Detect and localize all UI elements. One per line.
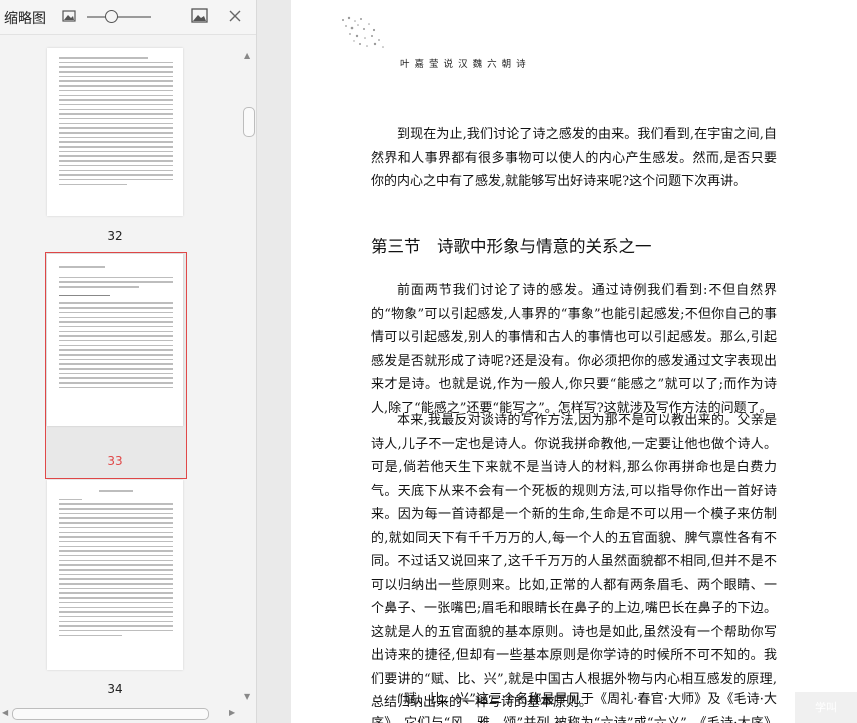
thumbnail-page-33[interactable] xyxy=(47,254,183,426)
thumbnail-page-32[interactable] xyxy=(47,48,183,216)
thumbnail-toolbar: 缩略图 xyxy=(0,0,256,35)
thumbnail-label: 32 xyxy=(107,229,123,243)
overlay-badge[interactable]: 学叫 xyxy=(795,692,857,723)
thumbnail-label: 34 xyxy=(107,682,123,696)
panel-divider[interactable] xyxy=(257,0,291,723)
running-head: 叶 嘉 莹 说 汉 魏 六 朝 诗 xyxy=(400,59,527,70)
thumbnail-text xyxy=(59,266,173,392)
paragraph: 本来,我最反对谈诗的写作方法,因为那不是可以教出来的。父亲是诗人,儿子不一定也是… xyxy=(371,413,777,710)
thumbnail-text xyxy=(59,57,173,188)
scroll-right-icon[interactable]: ▶ xyxy=(229,708,235,717)
paragraph: 到现在为止,我们讨论了诗之感发的由来。我们看到,在宇宙之间,自然界和人事界都有很… xyxy=(371,127,777,189)
scroll-left-icon[interactable]: ◀ xyxy=(2,708,8,717)
thumbnail-page-34[interactable] xyxy=(47,480,183,670)
seal-stamp-icon xyxy=(339,14,391,52)
section-heading: 第三节 诗歌中形象与情意的关系之一 xyxy=(371,237,652,256)
panel-title: 缩略图 xyxy=(4,11,46,27)
zoom-slider-handle[interactable] xyxy=(105,10,118,23)
vertical-scroll-thumb[interactable] xyxy=(243,107,255,137)
close-icon[interactable] xyxy=(226,7,244,25)
thumbnail-panel: 缩略图 32 33 34 ▲ ▼ ◀ ▶ xyxy=(0,0,257,723)
thumbnail-label-selected: 33 xyxy=(107,454,123,468)
zoom-slider-track[interactable] xyxy=(87,16,151,18)
thumbnail-list: 32 33 34 xyxy=(0,35,242,705)
thumbnail-text xyxy=(59,490,173,639)
image-small-icon[interactable] xyxy=(60,7,78,25)
vertical-scrollbar[interactable]: ▲ ▼ xyxy=(242,47,255,705)
image-large-icon[interactable] xyxy=(190,7,208,25)
paragraph: 前面两节我们讨论了诗的感发。通过诗例我们看到:不但自然界的“物象”可以引起感发,… xyxy=(371,283,777,416)
document-page: 叶 嘉 莹 说 汉 魏 六 朝 诗 到现在为止,我们讨论了诗之感发的由来。我们看… xyxy=(291,0,857,723)
horizontal-scrollbar[interactable]: ◀ ▶ xyxy=(0,705,242,721)
horizontal-scroll-thumb[interactable] xyxy=(12,708,209,720)
paragraph: “赋、比、兴”这三个名称最早见于《周礼·春官·大师》及《毛诗·大序》。它们与“风… xyxy=(371,692,777,723)
scroll-up-icon[interactable]: ▲ xyxy=(244,51,250,60)
scroll-down-icon[interactable]: ▼ xyxy=(244,692,250,701)
